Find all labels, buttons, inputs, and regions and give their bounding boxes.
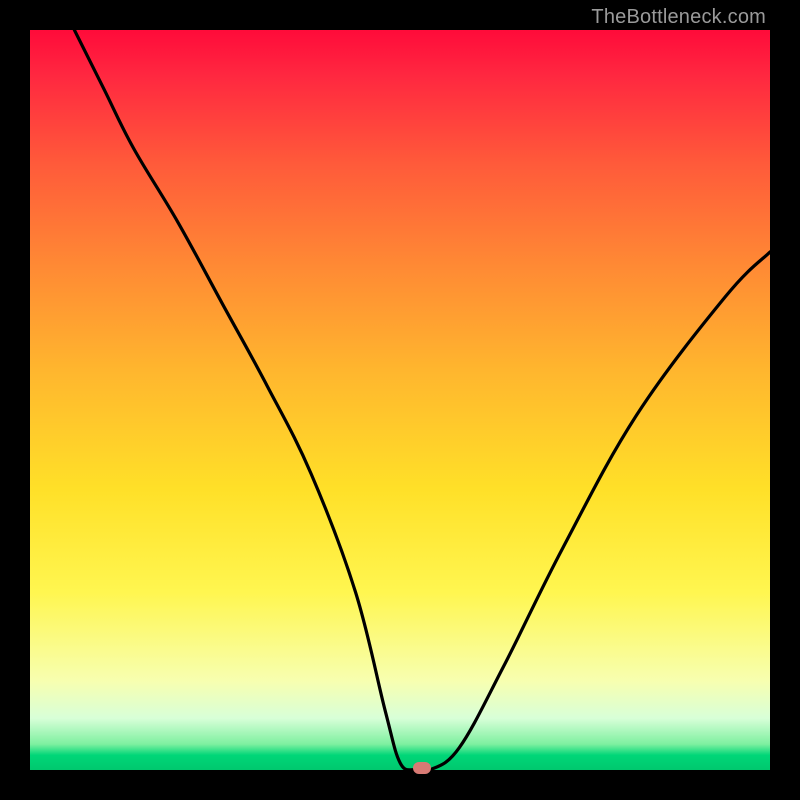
watermark-text: TheBottleneck.com: [591, 6, 766, 29]
bottleneck-curve: [30, 30, 770, 770]
plot-area: [30, 30, 770, 770]
optimum-marker: [413, 762, 431, 774]
chart-frame: TheBottleneck.com: [0, 0, 800, 800]
